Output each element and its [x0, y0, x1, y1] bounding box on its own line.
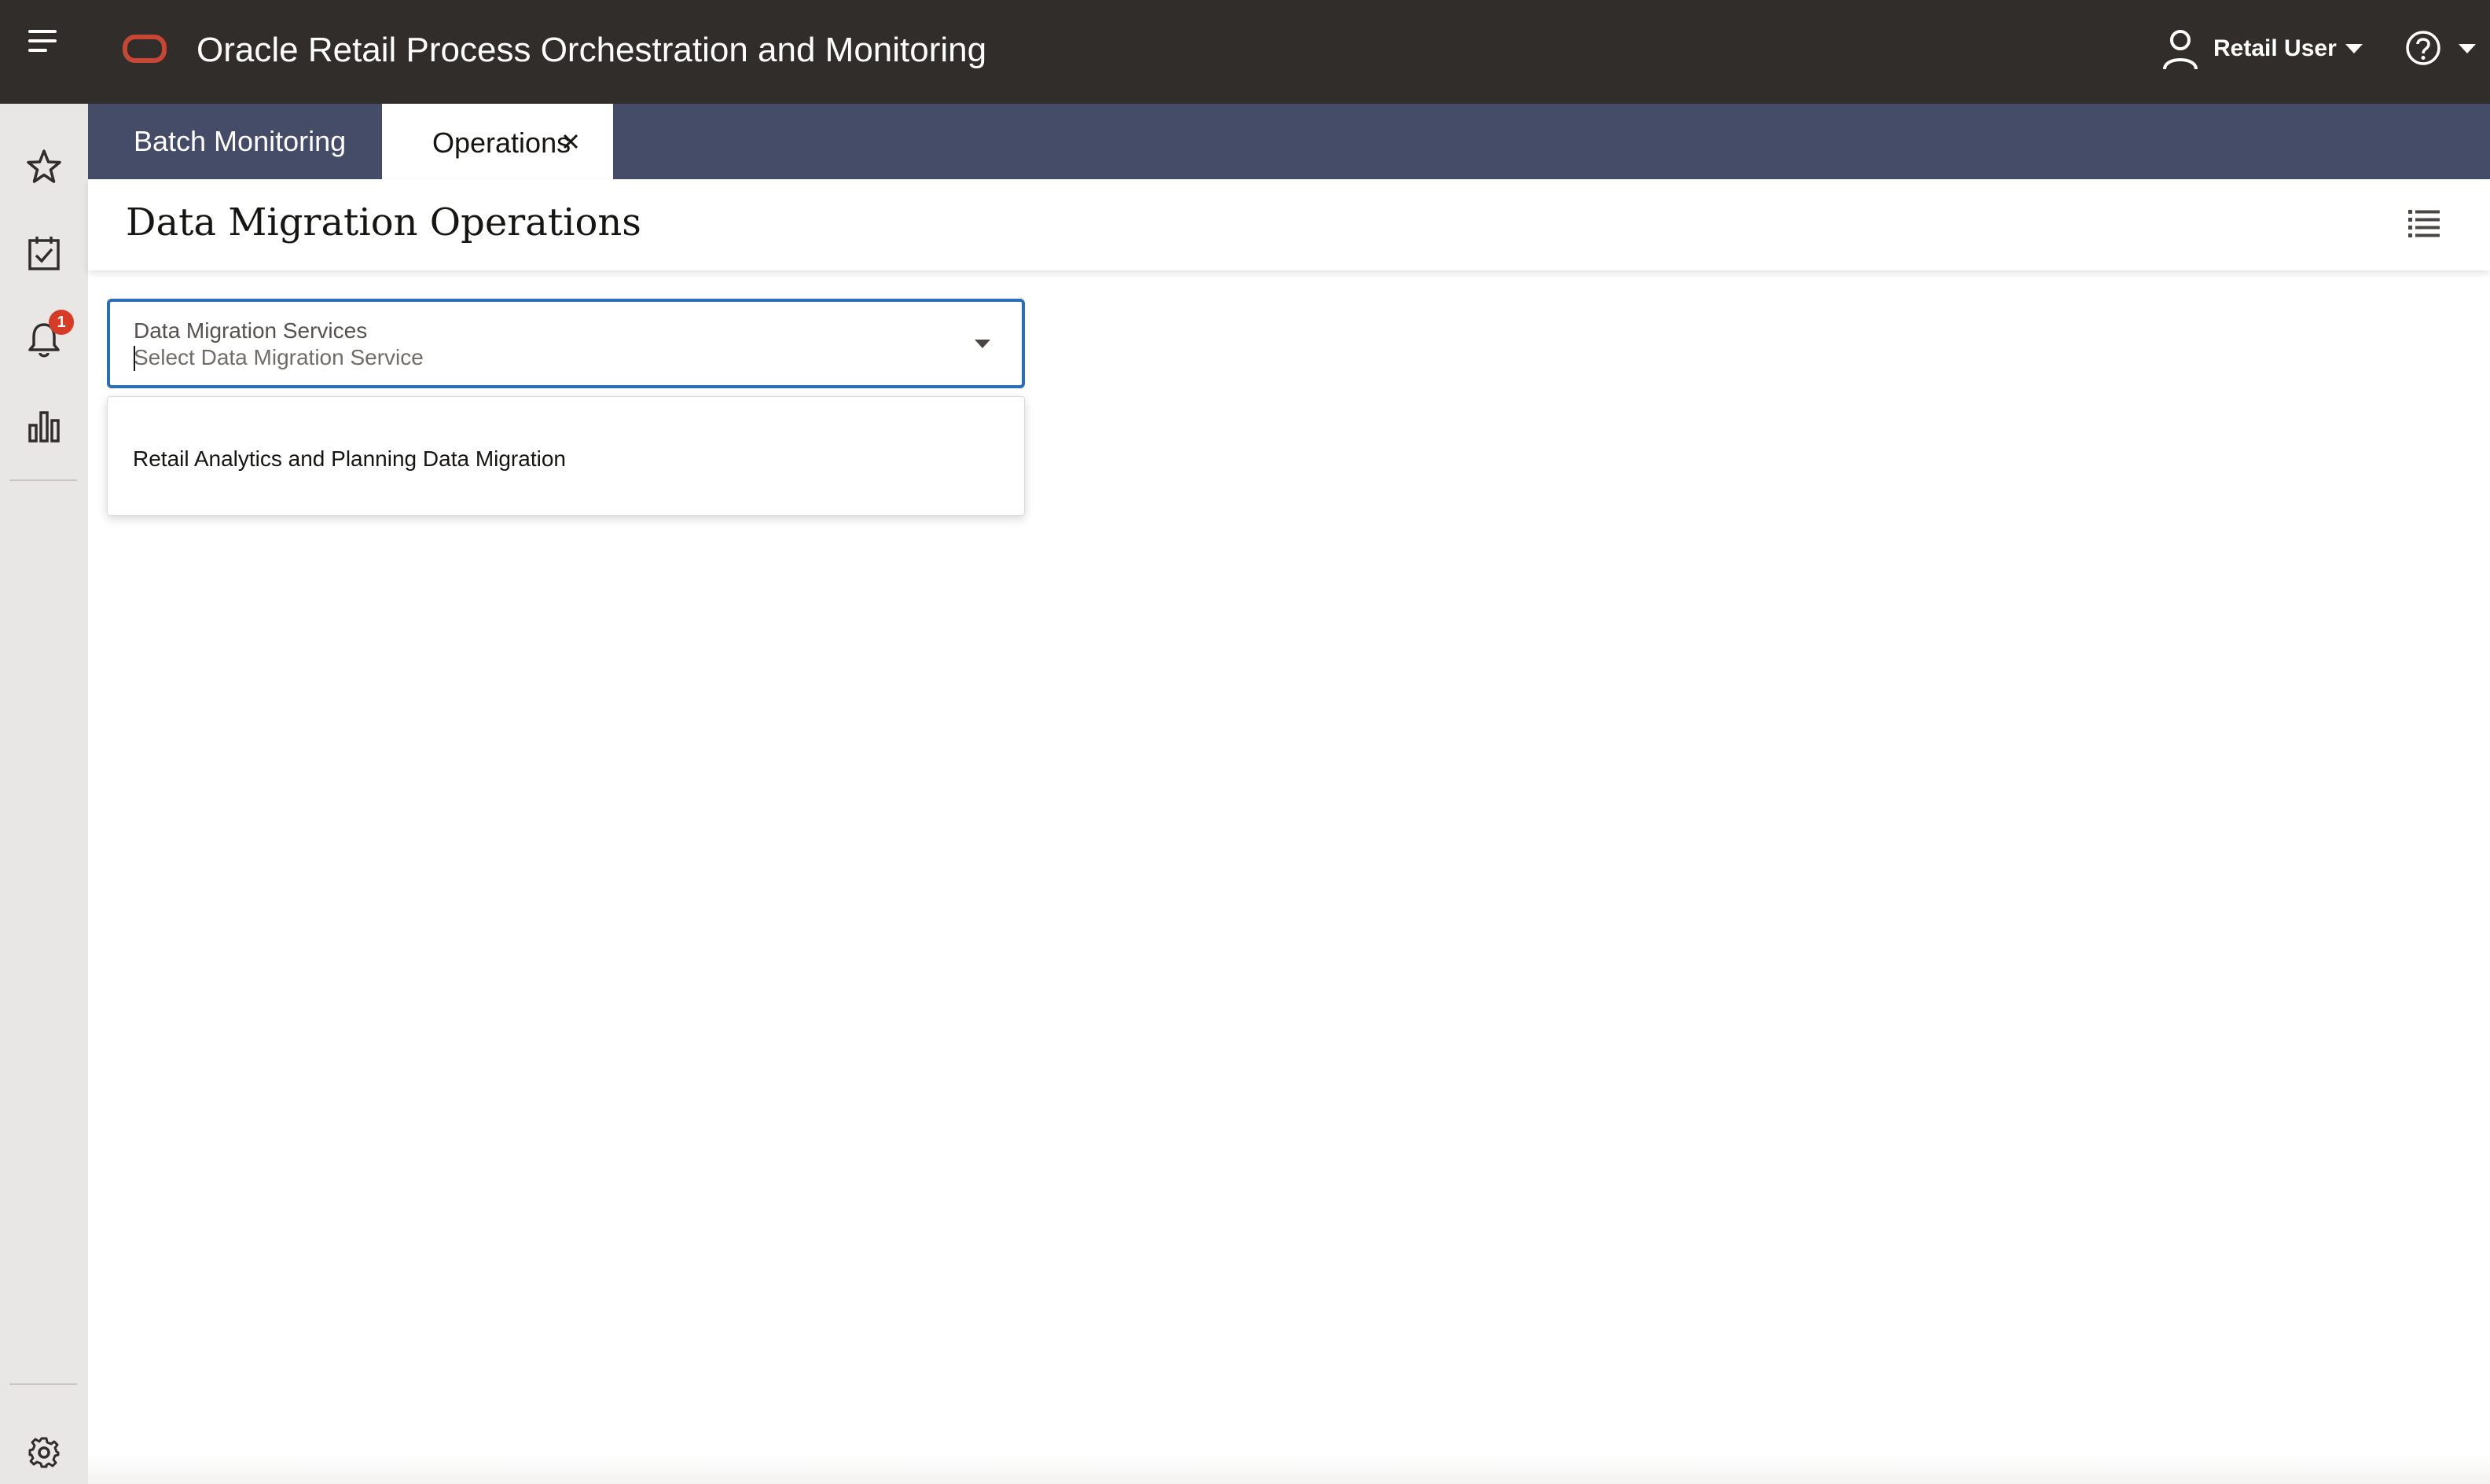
tab-operations[interactable]: Operations — [382, 104, 613, 179]
tab-batch-monitoring[interactable]: Batch Monitoring — [88, 104, 382, 179]
select-dropdown-list: Retail Analytics and Planning Data Migra… — [107, 396, 1025, 516]
footer-shade — [88, 1454, 2490, 1484]
dropdown-option-rap-data-migration[interactable]: Retail Analytics and Planning Data Migra… — [108, 421, 1024, 498]
user-icon[interactable] — [2161, 28, 2199, 71]
user-menu-chevron-down-icon[interactable] — [2345, 44, 2363, 53]
hamburger-menu-icon[interactable] — [28, 30, 60, 58]
list-view-icon[interactable] — [2408, 209, 2440, 237]
calendar-check-icon[interactable] — [22, 231, 66, 275]
tab-strip: Batch Monitoring Operations — [88, 104, 2490, 179]
help-menu-chevron-down-icon[interactable] — [2459, 44, 2476, 53]
rail-divider — [9, 479, 77, 481]
select-placeholder[interactable]: Select Data Migration Service — [134, 344, 424, 371]
select-label: Data Migration Services — [134, 318, 368, 343]
app-title: Oracle Retail Process Orchestration and … — [196, 31, 987, 69]
page-header: Data Migration Operations — [88, 179, 2490, 270]
chevron-down-icon[interactable] — [975, 340, 990, 348]
notification-badge: 1 — [49, 310, 74, 335]
tab-label: Batch Monitoring — [134, 125, 347, 157]
user-name[interactable]: Retail User — [2213, 31, 2337, 66]
star-icon[interactable] — [22, 145, 66, 189]
tab-label: Operations — [432, 127, 571, 159]
data-migration-services-select[interactable]: Data Migration Services Select Data Migr… — [107, 299, 1025, 388]
gear-icon[interactable] — [22, 1431, 66, 1475]
oracle-logo — [123, 35, 167, 63]
close-icon[interactable] — [561, 132, 580, 151]
bar-chart-icon[interactable] — [22, 404, 66, 448]
app-header: Oracle Retail Process Orchestration and … — [0, 0, 2490, 104]
rail-divider — [9, 1383, 77, 1385]
page-title: Data Migration Operations — [126, 200, 641, 244]
left-nav-rail — [0, 104, 88, 1484]
text-cursor — [134, 346, 135, 371]
help-icon[interactable] — [2405, 30, 2441, 66]
